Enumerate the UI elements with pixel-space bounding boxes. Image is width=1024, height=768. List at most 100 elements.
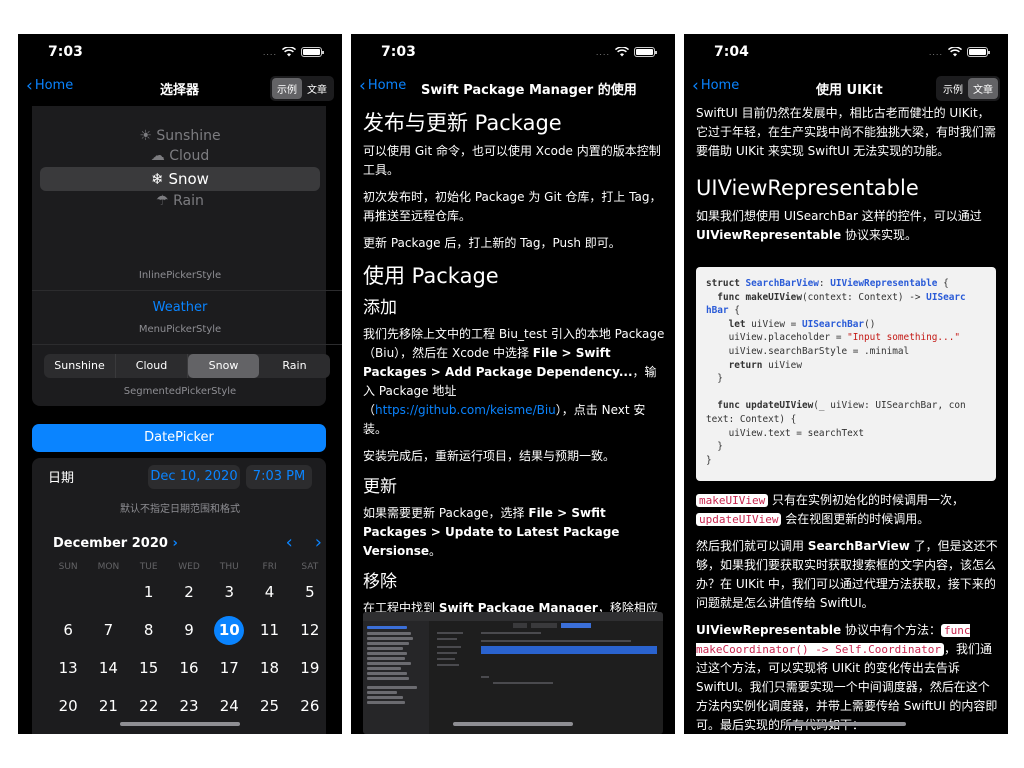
code-token: struct	[706, 278, 746, 289]
month-selector[interactable]: December 2020 ›	[53, 536, 178, 551]
repo-link[interactable]: https://github.com/keisme/Biu	[375, 403, 556, 417]
snowflake-icon: ❄	[151, 170, 164, 188]
status-bar: 7:04 ....	[684, 34, 1008, 70]
screen-spm-article: 7:03 .... ‹ Home Swift Package Manager 的使…	[351, 34, 675, 734]
weekday-header: SUN MON TUE WED THU FRI SAT	[48, 562, 330, 572]
wheel-item[interactable]: ☁ Cloud	[18, 148, 342, 164]
segment-option[interactable]: Rain	[259, 354, 330, 378]
code-token: "Input something..."	[847, 332, 960, 344]
calendar-day[interactable]: 16	[169, 654, 209, 683]
menu-picker-caption: MenuPickerStyle	[138, 324, 222, 335]
segmented-picker-caption: SegmentedPickerStyle	[123, 386, 237, 397]
segment-option[interactable]: Sunshine	[44, 354, 116, 378]
calendar-day[interactable]: 4	[249, 578, 289, 607]
calendar-day[interactable]: 21	[88, 692, 128, 721]
calendar-day[interactable]: 14	[88, 654, 128, 683]
wheel-item[interactable]: ☂ Rain	[18, 193, 342, 209]
home-indicator	[453, 722, 573, 726]
code-token: uiView =	[745, 318, 802, 330]
calendar-day[interactable]: 9	[169, 616, 209, 645]
home-indicator	[786, 722, 906, 726]
calendar-day[interactable]: 12	[290, 616, 330, 645]
segment-option-selected[interactable]: Snow	[188, 354, 259, 378]
chevron-left-icon: ‹	[26, 75, 33, 96]
weekday-label: FRI	[262, 562, 277, 572]
calendar-day[interactable]: 8	[129, 616, 169, 645]
calendar-grid: 1 2 3 4 5 6 7 8 9 10 11 12 13 14 15 16 17 18 19 20 21 22 23 24 2…	[48, 578, 330, 721]
battery-icon	[301, 47, 324, 57]
code-token: UIViewRepresentable	[830, 278, 938, 289]
segmented-picker[interactable]: Sunshine Cloud Snow Rain	[44, 354, 330, 378]
calendar-day[interactable]: 17	[209, 654, 249, 683]
date-label: 日期	[48, 471, 75, 486]
signal-icon: ....	[595, 47, 610, 57]
calendar-day[interactable]: 13	[48, 654, 88, 683]
calendar-day[interactable]: 23	[169, 692, 209, 721]
weekday-label: THU	[219, 562, 239, 572]
paragraph: SwiftUI 目前仍然在发展中，相比古老而健壮的 UIKit，它过于年轻，在生…	[696, 106, 997, 158]
segment-option[interactable]: Cloud	[116, 354, 188, 378]
calendar-day[interactable]: 18	[249, 654, 289, 683]
code-token: :	[818, 278, 831, 289]
calendar-day[interactable]: 20	[48, 692, 88, 721]
paragraph: 可以使用 Git 命令，也可以使用 Xcode 内置的版本控制工具。	[363, 144, 661, 177]
battery-icon	[634, 47, 657, 57]
calendar-day[interactable]: 5	[290, 578, 330, 607]
calendar-day[interactable]: 26	[290, 692, 330, 721]
paragraph: 如果需要更新 Package，选择 File > Swfit Packages …	[363, 506, 620, 558]
chevron-left-icon: ‹	[692, 75, 699, 96]
month-label: December 2020	[53, 536, 168, 551]
calendar-day[interactable]: 7	[88, 616, 128, 645]
cloud-rain-icon: ☂	[156, 193, 169, 209]
back-label: Home	[34, 78, 74, 93]
back-button[interactable]: ‹ Home	[359, 77, 407, 94]
date-chip[interactable]: Dec 10, 2020	[148, 465, 240, 489]
calendar-day[interactable]: 22	[129, 692, 169, 721]
menu-picker-value[interactable]: Weather	[18, 300, 342, 315]
seg-article[interactable]: 文章	[302, 78, 332, 99]
calendar-day[interactable]: 24	[209, 692, 249, 721]
nav-title: Swift Package Manager 的使用	[421, 83, 637, 98]
seg-article[interactable]: 文章	[968, 78, 998, 99]
weekday-label: SUN	[58, 562, 78, 572]
back-button[interactable]: ‹ Home	[26, 75, 74, 96]
seg-example[interactable]: 示例	[272, 78, 302, 99]
status-bar: 7:03 ....	[351, 34, 675, 70]
home-indicator	[120, 722, 240, 726]
code-token: SearchBarView	[745, 278, 819, 289]
calendar-day[interactable]: 1	[129, 578, 169, 607]
back-label: Home	[700, 78, 740, 93]
time-chip[interactable]: 7:03 PM	[246, 465, 312, 489]
code-token: func	[717, 400, 746, 412]
back-label: Home	[367, 78, 407, 93]
calendar-day[interactable]: 2	[169, 578, 209, 607]
calendar-day[interactable]: 25	[249, 692, 289, 721]
wifi-icon	[282, 47, 296, 57]
calendar-day[interactable]: 11	[249, 616, 289, 645]
seg-example[interactable]: 示例	[938, 78, 968, 99]
back-button[interactable]: ‹ Home	[692, 75, 740, 96]
subheading: 移除	[363, 572, 397, 592]
xcode-screenshot-image	[363, 612, 663, 734]
nav-bar: ‹ Home Swift Package Manager 的使用	[351, 72, 675, 102]
paragraph: 我们先移除上文中的工程 Biu_test 引入的本地 Package（Biu），…	[363, 327, 665, 436]
divider	[32, 344, 342, 345]
prev-month-icon[interactable]: ‹	[286, 532, 293, 553]
next-month-icon[interactable]: ›	[315, 532, 322, 553]
code-token: makeUIView	[745, 291, 802, 303]
mode-segmented-control[interactable]: 示例 文章	[936, 76, 1000, 101]
mode-segmented-control[interactable]: 示例 文章	[270, 76, 334, 101]
calendar-day[interactable]: 6	[48, 616, 88, 645]
wheel-item[interactable]: ☀ Sunshine	[18, 128, 342, 144]
wifi-icon	[948, 47, 962, 57]
calendar-day[interactable]: 15	[129, 654, 169, 683]
calendar-day[interactable]: 19	[290, 654, 330, 683]
wheel-item-selected[interactable]: ❄ Snow	[18, 170, 342, 188]
calendar-day[interactable]: 3	[209, 578, 249, 607]
calendar-day-selected[interactable]: 10	[214, 616, 245, 645]
signal-icon: ....	[262, 47, 277, 57]
datepicker-button[interactable]: DatePicker	[32, 424, 326, 452]
paragraph: UIViewRepresentable 协议中有个方法： func makeCoo…	[696, 623, 998, 732]
status-time: 7:04	[714, 44, 749, 60]
paragraph: 安装完成后，重新运行项目，结果与预期一致。	[363, 449, 616, 463]
